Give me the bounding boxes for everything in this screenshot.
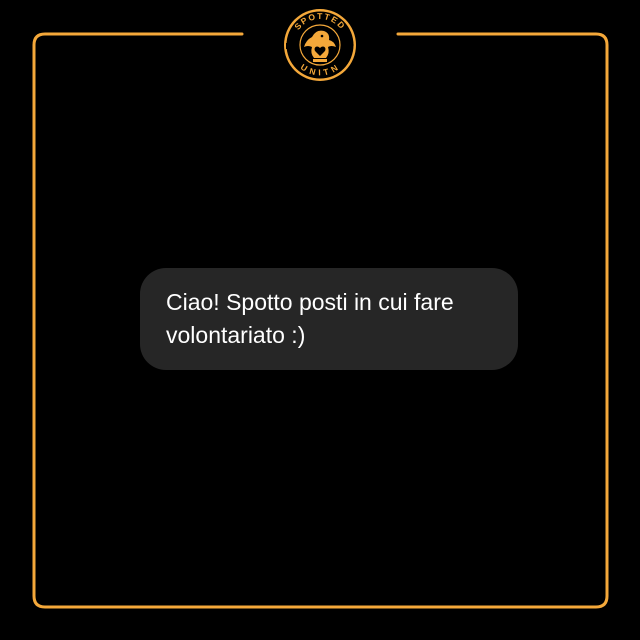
message-line-1: Ciao! Spotto posti in cui fare <box>166 289 454 315</box>
message-bubble: Ciao! Spotto posti in cui fare volontari… <box>140 268 518 370</box>
message-line-2: volontariato :) <box>166 322 306 348</box>
spotted-unitn-logo: SPOTTED UNITN <box>282 7 358 83</box>
eagle-heart-logo-icon: SPOTTED UNITN <box>284 9 356 81</box>
